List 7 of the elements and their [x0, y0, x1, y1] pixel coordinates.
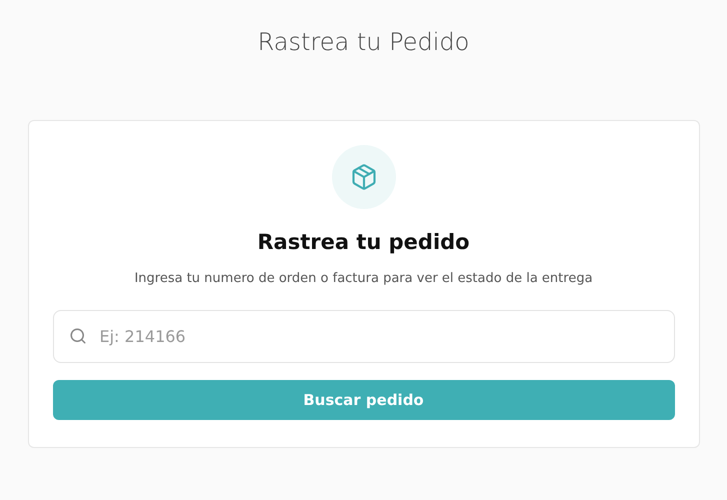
search-icon — [68, 327, 86, 345]
card-heading: Rastrea tu pedido — [257, 229, 470, 256]
card-description: Ingresa tu numero de orden o factura para ver el estado de la entrega — [134, 270, 593, 288]
package-icon — [350, 163, 378, 191]
search-button[interactable]: Buscar pedido — [52, 380, 674, 420]
page-title: Rastrea tu Pedido — [258, 27, 470, 58]
search-field[interactable]: Ej: 214166 — [52, 310, 674, 363]
